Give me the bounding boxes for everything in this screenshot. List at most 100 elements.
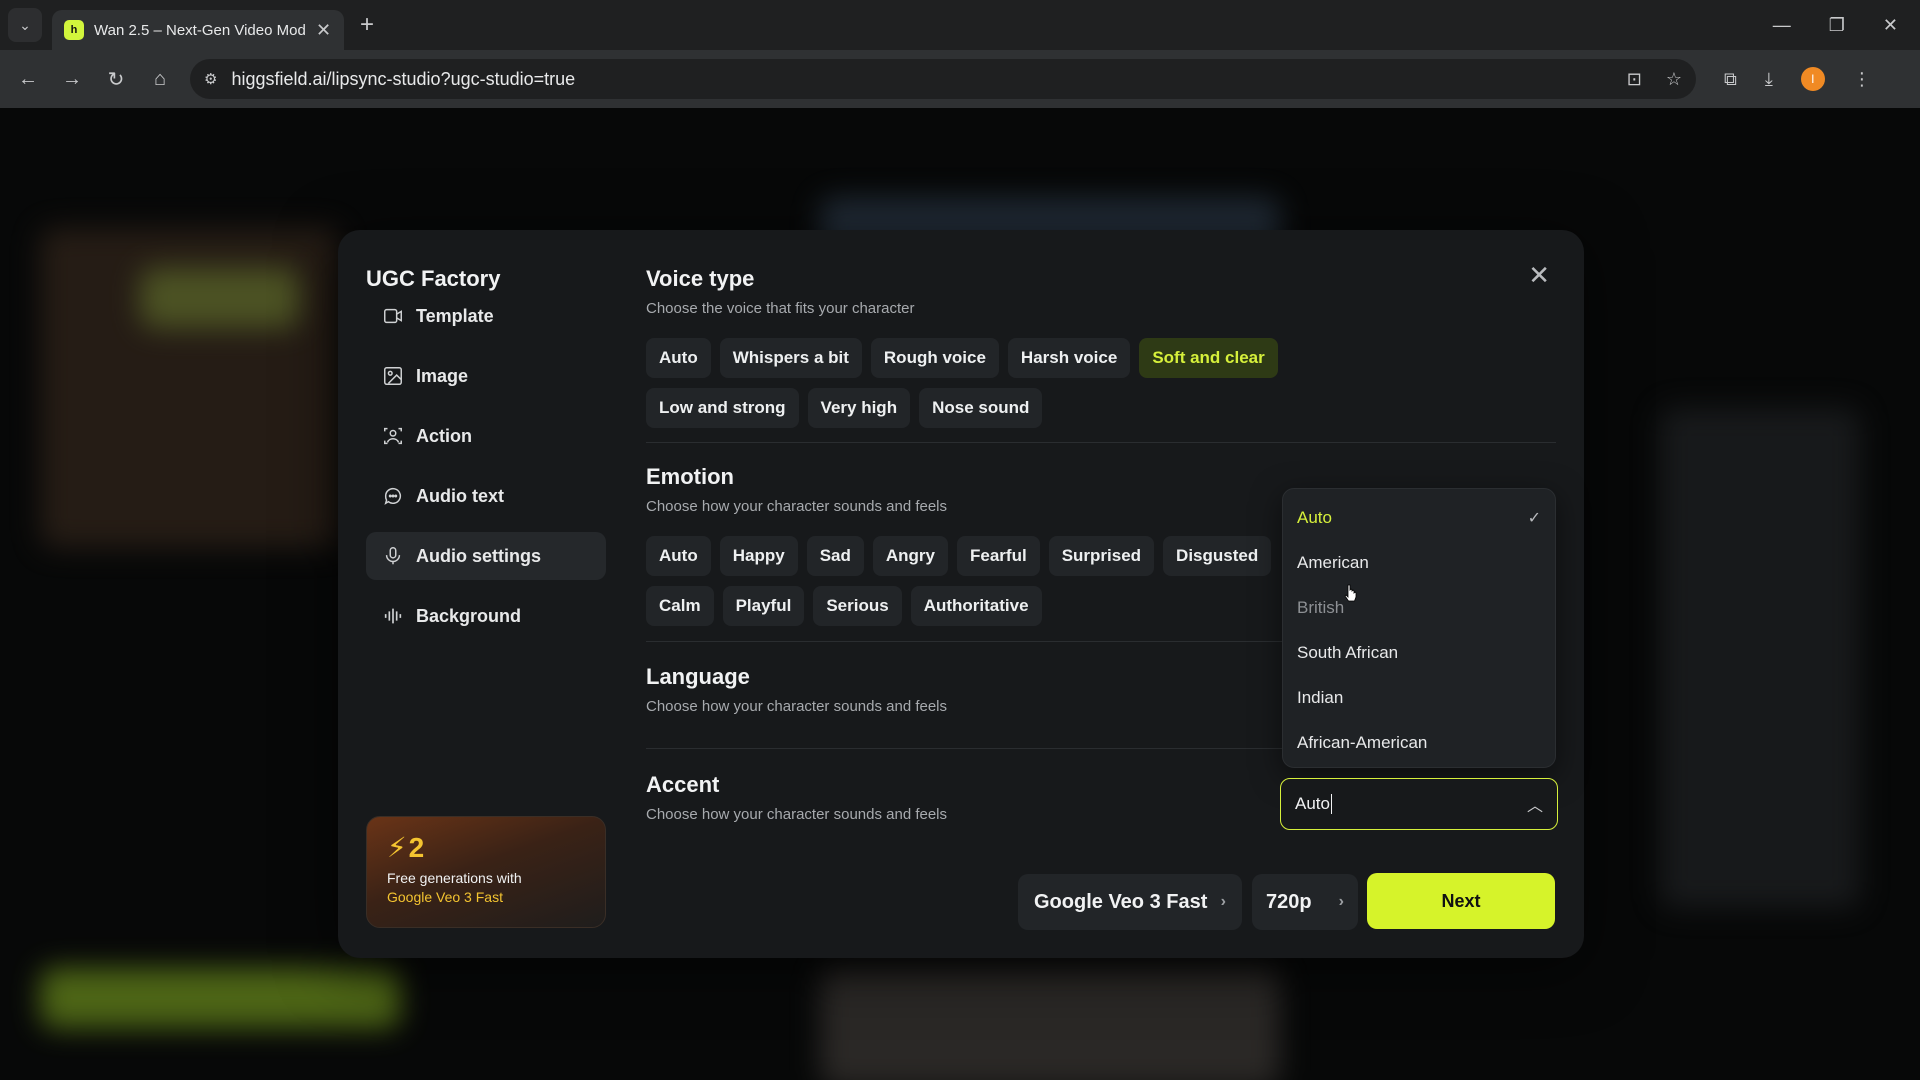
emotion-chip-fearful[interactable]: Fearful <box>957 536 1040 576</box>
accent-option-british[interactable]: British <box>1283 585 1555 630</box>
microphone-icon <box>385 547 401 565</box>
reload-icon[interactable]: ↻ <box>94 67 138 92</box>
emotion-chip-surprised[interactable]: Surprised <box>1048 536 1155 576</box>
restore-icon[interactable]: ❐ <box>1829 15 1845 36</box>
tab-title: Wan 2.5 – Next-Gen Video Mod <box>94 21 306 39</box>
emotion-chip-sad[interactable]: Sad <box>806 536 864 576</box>
accent-title: Accent <box>646 772 720 797</box>
emotion-chip-angry[interactable]: Angry <box>872 536 948 576</box>
voice-type-subtitle: Choose the voice that fits your characte… <box>646 300 915 317</box>
url-text: higgsfield.ai/lipsync-studio?ugc-studio=… <box>231 68 576 89</box>
sidebar-item-audio-settings[interactable]: Audio settings <box>366 532 606 580</box>
sidebar-item-label: Action <box>416 425 472 446</box>
accent-option-american[interactable]: American <box>1283 540 1555 585</box>
voice-type-row-2: Low and strong Very high Nose sound <box>646 388 1043 428</box>
chevron-up-icon: ︿ <box>1526 798 1543 815</box>
audio-text-icon <box>384 487 401 505</box>
blurred-button <box>40 968 400 1028</box>
profile-avatar[interactable]: I <box>1800 67 1825 91</box>
voice-chip-very-high[interactable]: Very high <box>807 388 911 428</box>
language-subtitle: Choose how your character sounds and fee… <box>646 698 948 715</box>
accent-dropdown-menu: Auto ✓ American British South African In… <box>1282 488 1556 768</box>
voice-chip-soft-and-clear[interactable]: Soft and clear <box>1139 338 1278 378</box>
sidebar-item-label: Audio text <box>416 485 504 506</box>
sidebar-item-label: Template <box>416 305 494 326</box>
option-label: Auto <box>1297 507 1332 527</box>
check-icon: ✓ <box>1527 509 1541 527</box>
emotion-chip-calm[interactable]: Calm <box>646 586 714 626</box>
emotion-chip-authoritative[interactable]: Authoritative <box>910 586 1042 626</box>
sidebar-item-audio-text[interactable]: Audio text <box>366 472 606 520</box>
chevron-right-icon: › <box>1338 893 1344 910</box>
model-label: Google Veo 3 Fast <box>1034 890 1208 913</box>
sidebar-item-background[interactable]: Background <box>366 592 606 640</box>
browser-tab[interactable]: h Wan 2.5 – Next-Gen Video Mod ✕ <box>52 10 344 50</box>
voice-chip-low-and-strong[interactable]: Low and strong <box>646 388 799 428</box>
free-generations-promo[interactable]: ⚡ 2 Free generations with Google Veo 3 F… <box>366 816 606 928</box>
promo-model: Google Veo 3 Fast <box>387 889 503 905</box>
extensions-icon[interactable]: ⧉ <box>1724 69 1737 90</box>
option-label: British <box>1297 597 1345 617</box>
emotion-chip-disgusted[interactable]: Disgusted <box>1163 536 1272 576</box>
emotion-chip-serious[interactable]: Serious <box>813 586 902 626</box>
forward-icon[interactable]: → <box>50 68 94 91</box>
close-window-icon[interactable]: ✕ <box>1883 15 1898 36</box>
accent-option-auto[interactable]: Auto ✓ <box>1283 495 1555 540</box>
model-select-button[interactable]: Google Veo 3 Fast › <box>1018 874 1242 930</box>
address-bar[interactable]: ⚙ higgsfield.ai/lipsync-studio?ugc-studi… <box>190 59 1696 99</box>
sidebar-item-label: Background <box>416 605 522 626</box>
voice-chip-whispers[interactable]: Whispers a bit <box>719 338 862 378</box>
menu-kebab-icon[interactable]: ⋮ <box>1853 69 1871 90</box>
option-label: American <box>1297 552 1369 572</box>
install-app-icon[interactable]: ⊡ <box>1627 69 1642 90</box>
site-favicon-icon: h <box>64 20 84 40</box>
accent-subtitle: Choose how your character sounds and fee… <box>646 806 948 823</box>
option-label: African-American <box>1297 732 1428 752</box>
browser-toolbar: ← → ↻ ⌂ ⚙ higgsfield.ai/lipsync-studio?u… <box>0 50 1920 108</box>
emotion-row-1: Auto Happy Sad Angry Fearful Surprised D… <box>646 536 1272 576</box>
home-icon[interactable]: ⌂ <box>138 68 182 91</box>
downloads-icon[interactable]: ⤓ <box>1765 69 1773 90</box>
emotion-row-2: Calm Playful Serious Authoritative <box>646 586 1042 626</box>
sidebar-item-label: Audio settings <box>416 545 541 566</box>
window-controls: — ❐ ✕ <box>1773 15 1920 36</box>
promo-text: Free generations with <box>387 870 522 886</box>
text-caret <box>1330 794 1332 814</box>
modal-title: UGC Factory <box>366 266 501 291</box>
close-modal-icon[interactable]: ✕ <box>1528 260 1550 291</box>
minimize-icon[interactable]: — <box>1773 15 1791 36</box>
voice-chip-auto[interactable]: Auto <box>646 338 711 378</box>
emotion-subtitle: Choose how your character sounds and fee… <box>646 498 948 515</box>
voice-chip-rough[interactable]: Rough voice <box>870 338 999 378</box>
accent-option-indian[interactable]: Indian <box>1283 675 1555 720</box>
accent-option-south-african[interactable]: South African <box>1283 630 1555 675</box>
blurred-panel <box>1660 408 1860 908</box>
next-button[interactable]: Next <box>1367 873 1555 929</box>
tab-close-icon[interactable]: ✕ <box>316 20 331 41</box>
blurred-video <box>820 968 1280 1080</box>
site-info-icon[interactable]: ⚙ <box>204 70 217 88</box>
tab-search-button[interactable]: ⌄ <box>8 8 42 42</box>
sidebar-item-image[interactable]: Image <box>366 352 606 400</box>
voice-chip-nose-sound[interactable]: Nose sound <box>919 388 1043 428</box>
action-icon <box>384 427 402 445</box>
new-tab-icon[interactable]: + <box>360 11 374 39</box>
accent-option-african-american[interactable]: African-American <box>1283 720 1555 765</box>
language-title: Language <box>646 664 750 689</box>
voice-chip-harsh[interactable]: Harsh voice <box>1007 338 1131 378</box>
blurred-badge <box>140 268 300 328</box>
sidebar-item-action[interactable]: Action <box>366 412 606 460</box>
accent-select[interactable]: Auto ︿ <box>1280 778 1558 830</box>
back-icon[interactable]: ← <box>6 68 50 91</box>
sidebar-item-template[interactable]: Template <box>366 292 606 340</box>
template-icon <box>384 308 402 324</box>
promo-count: ⚡ 2 <box>387 831 585 864</box>
accent-select-value: Auto <box>1295 794 1330 813</box>
emotion-chip-playful[interactable]: Playful <box>722 586 805 626</box>
resolution-label: 720p <box>1266 890 1312 913</box>
resolution-select-button[interactable]: 720p › <box>1252 874 1358 930</box>
emotion-chip-auto[interactable]: Auto <box>646 536 711 576</box>
bookmark-star-icon[interactable]: ☆ <box>1666 69 1682 90</box>
emotion-chip-happy[interactable]: Happy <box>719 536 798 576</box>
waveform-icon <box>384 608 402 624</box>
